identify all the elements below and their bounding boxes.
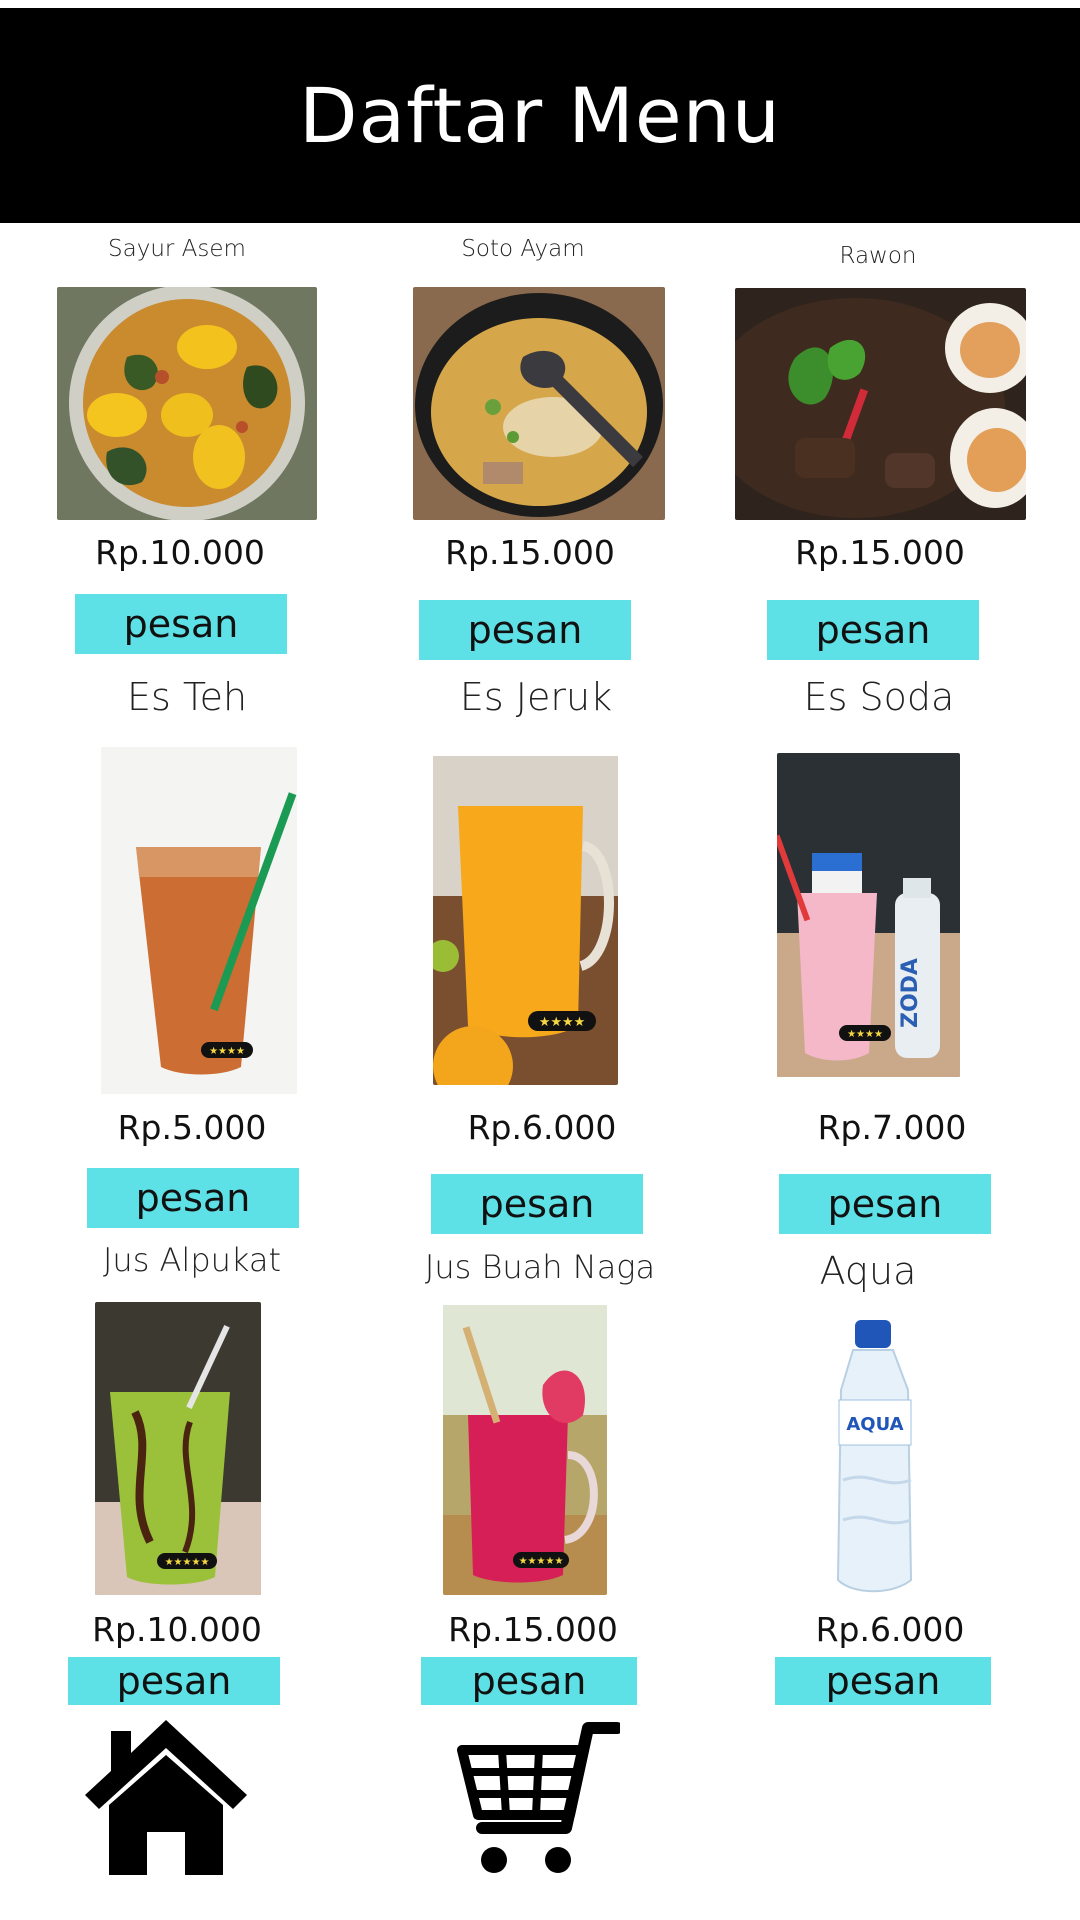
sayur-asem-photo — [57, 287, 317, 520]
order-button[interactable]: pesan — [779, 1174, 991, 1234]
menu-item-price: Rp.6.000 — [467, 1108, 617, 1147]
svg-text:★★★★: ★★★★ — [209, 1046, 245, 1057]
es-teh-photo: ★★★★ — [101, 747, 297, 1094]
order-button[interactable]: pesan — [421, 1657, 637, 1705]
menu-item-name: Es Soda — [803, 675, 955, 719]
aqua-label: AQUA — [846, 1414, 903, 1435]
cart-icon[interactable] — [454, 1720, 623, 1880]
order-button[interactable]: pesan — [419, 600, 631, 660]
menu-item-name: Es Teh — [126, 675, 248, 719]
jus-alpukat-photo: ★★★★★ — [95, 1302, 261, 1595]
menu-item-price: Rp.10.000 — [92, 1610, 262, 1649]
menu-item-price: Rp.15.000 — [448, 1610, 618, 1649]
menu-item-price: Rp.10.000 — [95, 533, 265, 572]
menu-item-price: Rp.15.000 — [795, 533, 965, 572]
menu-item-price: Rp.15.000 — [445, 533, 615, 572]
order-button[interactable]: pesan — [87, 1168, 299, 1228]
menu-item-price: Rp.6.000 — [815, 1610, 965, 1649]
home-icon[interactable] — [85, 1720, 247, 1875]
order-button[interactable]: pesan — [75, 594, 287, 654]
svg-text:★★★★★: ★★★★★ — [165, 1557, 210, 1568]
order-button[interactable]: pesan — [431, 1174, 643, 1234]
menu-item-name: Soto Ayam — [461, 236, 585, 262]
menu-item-name: Es Jeruk — [459, 675, 613, 719]
menu-item-name: Rawon — [839, 243, 917, 269]
aqua-photo: AQUA — [793, 1310, 963, 1603]
order-button[interactable]: pesan — [68, 1657, 280, 1705]
svg-text:★★★★: ★★★★ — [539, 1015, 586, 1030]
order-button[interactable]: pesan — [767, 600, 979, 660]
app-header: Daftar Menu — [0, 8, 1080, 223]
svg-text:★★★★★: ★★★★★ — [519, 1556, 564, 1567]
es-soda-photo: ZODA ★★★★ — [777, 753, 960, 1077]
rawon-photo — [735, 288, 1026, 520]
menu-item-name: Jus Buah Naga — [424, 1248, 656, 1286]
order-button[interactable]: pesan — [775, 1657, 991, 1705]
menu-item-price: Rp.7.000 — [817, 1108, 967, 1147]
jus-buah-naga-photo: ★★★★★ — [443, 1305, 607, 1595]
menu-item-price: Rp.5.000 — [117, 1108, 267, 1147]
es-jeruk-photo: ★★★★ — [433, 756, 618, 1085]
menu-item-name: Jus Alpukat — [102, 1241, 282, 1279]
menu-item-name: Sayur Asem — [108, 236, 246, 262]
page-title: Daftar Menu — [299, 71, 781, 160]
menu-item-name: Aqua — [819, 1249, 917, 1293]
zoda-label: ZODA — [898, 958, 923, 1028]
svg-text:★★★★: ★★★★ — [847, 1029, 883, 1040]
soto-ayam-photo — [413, 287, 665, 520]
